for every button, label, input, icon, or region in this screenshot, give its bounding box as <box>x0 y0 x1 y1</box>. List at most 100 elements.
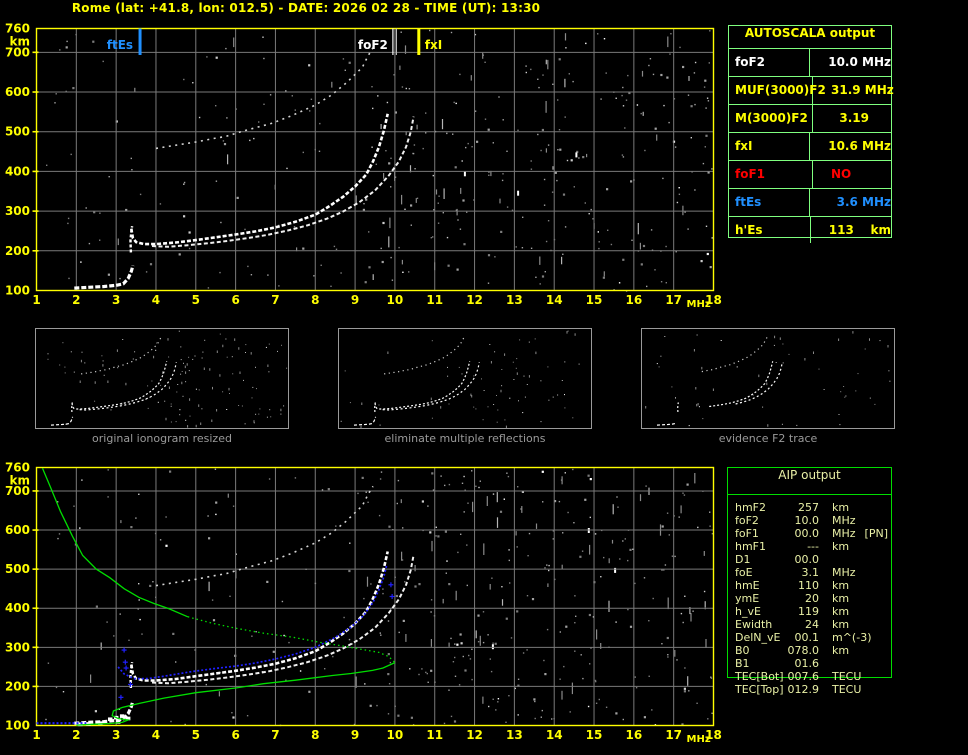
aip-row-h-vE: h_vE 119 km <box>728 605 891 618</box>
aip-unit: m^(-3) <box>832 631 872 644</box>
aip-row-Ewidth: Ewidth 24 km <box>728 618 891 631</box>
aip-row-TEC-Bot-: TEC[Bot] 007.6 TECU <box>728 670 891 683</box>
panel-evidence-f2-trace <box>641 328 895 429</box>
noise-dots <box>46 29 713 292</box>
bottom-ionogram-plot: 760700600500400300200100km1 2 3 4 5 6 7 8 9 10 11 1… <box>5 461 722 746</box>
aip-unit: MHz <box>832 527 856 540</box>
series-restored-trace-adaptive-model- <box>117 564 388 680</box>
x-tick-label: 9 <box>351 728 359 742</box>
aip-unit: km <box>832 540 850 553</box>
y-tick-label: 600 <box>5 523 30 537</box>
autoscala-label: foF2 <box>729 49 811 76</box>
x-tick-label: 17 <box>665 293 682 307</box>
y-axis-unit: km <box>10 35 30 49</box>
x-tick-label: 4 <box>152 728 160 742</box>
aip-value: 119 <box>798 605 819 618</box>
x-tick-label: 3 <box>112 293 120 307</box>
aip-row-foE: foE 3.1 MHz <box>728 566 891 579</box>
x-tick-label: 16 <box>626 728 643 742</box>
aip-row-hmF2: hmF2 257 km <box>728 501 891 514</box>
autoscala-value: 10.6 MHz <box>828 139 891 153</box>
autoscala-row-h-Es: h'Es 113 km <box>729 217 891 243</box>
autoscala-value: 10.0 MHz <box>828 55 891 69</box>
panel-original-ionogram <box>35 328 289 429</box>
x-tick-label: 14 <box>546 293 563 307</box>
series-f2-trace-x-mode <box>151 554 415 685</box>
aip-extra: [PN] <box>864 527 888 540</box>
page-title: Rome (lat: +41.8, lon: 012.5) - DATE: 20… <box>71 1 541 15</box>
aip-row-B0: B0 078.0 km <box>728 644 891 657</box>
aip-value: 00.1 <box>794 631 820 644</box>
x-tick-label: 8 <box>311 293 319 307</box>
aip-value: 01.6 <box>794 657 820 670</box>
marker-label-ftEs: ftEs <box>107 38 133 52</box>
autoscala-row-foF2: foF2 10.0 MHz <box>729 49 891 77</box>
aip-label: foE <box>735 566 753 579</box>
aip-table-title: AIP output <box>728 468 891 495</box>
series-f2-trace-x-mode <box>151 116 415 248</box>
autoscala-label: fxI <box>729 133 811 160</box>
x-tick-label: 2 <box>72 728 80 742</box>
aip-output-table: AIP output hmF2 257 km foF2 10.0 MHz foF1 00.0 M… <box>727 467 892 696</box>
aip-label: TEC[Top] <box>735 683 784 696</box>
x-tick-label: 12 <box>466 728 483 742</box>
x-tick-label: 4 <box>152 293 160 307</box>
x-tick-label: 6 <box>231 293 239 307</box>
x-tick-label: 10 <box>387 293 404 307</box>
x-tick-label: 1 <box>32 293 40 307</box>
aip-row-TEC-Top-: TEC[Top] 012.9 TECU <box>728 683 891 696</box>
aip-value: --- <box>807 540 819 553</box>
aip-label: h_vE <box>735 605 761 618</box>
x-tick-label: 13 <box>506 293 523 307</box>
x-tick-label: 7 <box>271 293 279 307</box>
aip-value: 10.0 <box>794 514 820 527</box>
y-tick-label: 500 <box>5 125 30 139</box>
aip-table-rows: hmF2 257 km foF2 10.0 MHz foF1 00.0 MHz [PN] hmF1 -… <box>728 501 891 696</box>
autoscala-table-rows: foF2 10.0 MHz MUF(3000)F2 31.9 MHz M(3000)F2… <box>729 49 894 243</box>
autoscala-label: MUF(3000)F2 <box>729 77 826 104</box>
aip-label: B0 <box>735 644 750 657</box>
y-tick-label: 200 <box>5 244 30 258</box>
x-tick-label: 12 <box>466 293 483 307</box>
autoscala-label: foF1 <box>729 161 813 188</box>
aip-value: 078.0 <box>787 644 820 657</box>
aip-label: DelN_vE <box>735 631 781 644</box>
autoscala-row-ftEs: ftEs 3.6 MHz <box>729 189 891 217</box>
x-tick-label: 14 <box>546 728 563 742</box>
y-tick-label: 400 <box>5 601 30 615</box>
aip-label: D1 <box>735 553 751 566</box>
y-tick-label: 100 <box>5 284 30 298</box>
x-axis-unit: MHz <box>687 299 711 310</box>
x-tick-label: 15 <box>586 293 603 307</box>
aip-row-DelN-vE: DelN_vE 00.1 m^(-3) <box>728 631 891 644</box>
x-tick-label: 17 <box>665 728 682 742</box>
autoscala-app-window: Rome (lat: +41.8, lon: 012.5) - DATE: 20… <box>0 0 968 755</box>
series-f2-trace-o-mode <box>130 113 389 246</box>
y-tick-label: 760 <box>5 22 30 36</box>
panel-eliminate-reflections <box>338 328 592 429</box>
top-ionogram-plot: 760700600500400300200100km1 2 3 4 5 6 7 8 9 10 11 1… <box>5 22 722 311</box>
panel-border <box>641 328 895 429</box>
aip-label: Ewidth <box>735 618 773 631</box>
y-tick-label: 400 <box>5 164 30 178</box>
aip-value: 110 <box>798 579 819 592</box>
aip-label: hmF1 <box>735 540 767 553</box>
panel-caption-eliminate: eliminate multiple reflections <box>384 432 546 445</box>
aip-label: B1 <box>735 657 750 670</box>
autoscala-value: 113 km <box>828 223 891 237</box>
x-tick-label: 11 <box>426 728 443 742</box>
aip-label: foF2 <box>735 514 759 527</box>
series-second-hop-f2-trace <box>155 47 374 150</box>
x-tick-label: 2 <box>72 293 80 307</box>
x-tick-label: 5 <box>192 293 200 307</box>
y-tick-label: 500 <box>5 562 30 576</box>
aip-row-hmE: hmE 110 km <box>728 579 891 592</box>
autoscala-row-M-3000-F2: M(3000)F2 3.19 <box>729 105 891 133</box>
series-electron-density-profile-near-peak-dotted- <box>187 616 396 664</box>
panel-border <box>338 328 592 429</box>
x-tick-label: 13 <box>506 728 523 742</box>
aip-label: ymE <box>735 592 760 605</box>
y-axis-unit: km <box>10 474 30 488</box>
panel-caption-evidence: evidence F2 trace <box>718 432 818 445</box>
y-tick-label: 200 <box>5 679 30 693</box>
